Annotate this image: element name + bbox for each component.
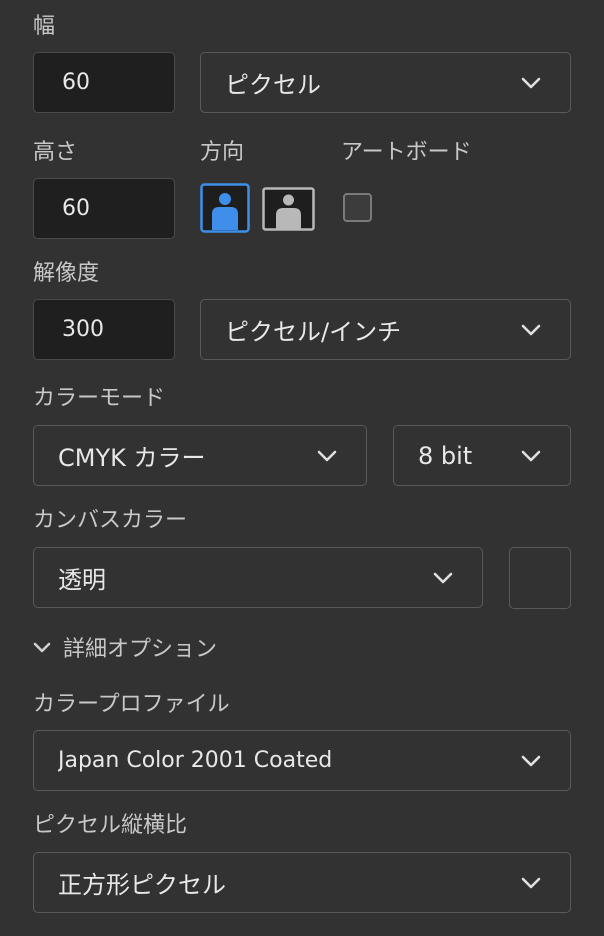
orientation-label: 方向 [200, 140, 245, 165]
width-label: 幅 [33, 14, 56, 39]
resolution-label: 解像度 [33, 261, 100, 286]
canvas-color-label: カンバスカラー [33, 508, 188, 533]
color-mode-select[interactable]: CMYK カラー [33, 425, 367, 486]
resolution-value: 300 [62, 317, 104, 342]
canvas-color-select[interactable]: 透明 [33, 547, 483, 608]
color-profile-value: Japan Color 2001 Coated [58, 748, 333, 773]
color-profile-label: カラープロファイル [33, 692, 230, 717]
advanced-options-label: 詳細オプション [63, 637, 218, 662]
pixel-aspect-value: 正方形ピクセル [58, 871, 226, 899]
artboard-checkbox[interactable] [343, 193, 372, 222]
height-value: 60 [62, 196, 90, 221]
chevron-down-icon [514, 446, 548, 466]
chevron-down-icon [310, 446, 344, 466]
width-value: 60 [62, 70, 90, 95]
portrait-orientation-button[interactable] [200, 183, 250, 233]
chevron-down-icon [33, 642, 55, 653]
artboard-label: アートボード [341, 140, 472, 165]
chevron-down-icon [514, 873, 548, 893]
color-profile-select[interactable]: Japan Color 2001 Coated [33, 730, 571, 791]
width-unit-value: ピクセル [225, 71, 321, 99]
width-unit-select[interactable]: ピクセル [200, 52, 571, 113]
chevron-down-icon [514, 751, 548, 771]
portrait-icon [200, 183, 250, 233]
width-input[interactable]: 60 [33, 52, 175, 113]
landscape-icon [262, 187, 315, 231]
color-mode-value: CMYK カラー [58, 444, 206, 472]
chevron-down-icon [426, 568, 460, 588]
height-input[interactable]: 60 [33, 178, 175, 239]
color-mode-label: カラーモード [33, 386, 166, 411]
pixel-aspect-select[interactable]: 正方形ピクセル [33, 852, 571, 913]
bit-depth-value: 8 bit [418, 441, 473, 470]
pixel-aspect-label: ピクセル縦横比 [33, 813, 188, 838]
height-label: 高さ [33, 140, 78, 165]
advanced-options-toggle[interactable]: 詳細オプション [33, 631, 217, 663]
resolution-unit-select[interactable]: ピクセル/インチ [200, 299, 571, 360]
canvas-color-swatch[interactable] [509, 547, 571, 609]
resolution-unit-value: ピクセル/インチ [225, 318, 402, 346]
canvas-color-value: 透明 [58, 566, 106, 594]
chevron-down-icon [514, 320, 548, 340]
chevron-down-icon [514, 73, 548, 93]
resolution-input[interactable]: 300 [33, 299, 175, 360]
bit-depth-select[interactable]: 8 bit [393, 425, 571, 486]
landscape-orientation-button[interactable] [262, 187, 315, 231]
